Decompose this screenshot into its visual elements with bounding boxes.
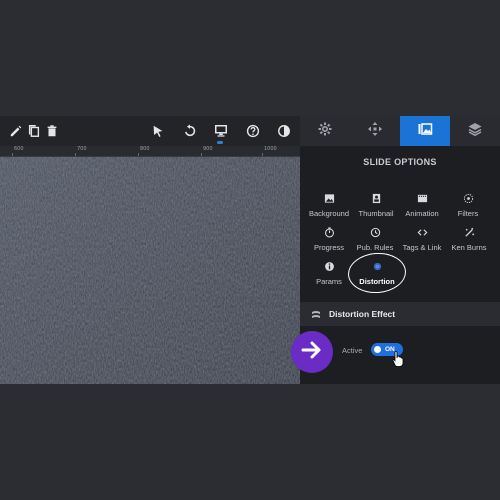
option-label: Thumbnail (358, 209, 394, 218)
option-background[interactable]: Background (303, 191, 355, 225)
move-icon (367, 121, 383, 142)
image-gallery-icon (417, 121, 433, 142)
magic-icon (443, 225, 495, 239)
option-ken-burns[interactable]: Ken Burns (443, 225, 495, 259)
distortion-effect-header[interactable]: Distortion Effect (300, 302, 500, 326)
panel-tabs (300, 116, 500, 146)
ruler-tick (138, 153, 139, 156)
section-title: SLIDE OPTIONS (363, 157, 437, 167)
ruler-label: 900 (203, 146, 213, 152)
option-label: Params (316, 277, 342, 286)
option-tags-link[interactable]: Tags & Link (396, 225, 448, 259)
ruler-tick (12, 153, 13, 156)
portrait-icon (350, 191, 402, 205)
help-icon[interactable] (245, 123, 261, 139)
slide-canvas[interactable] (0, 157, 300, 384)
option-animation[interactable]: Animation (396, 191, 448, 225)
ruler-label: 600 (14, 146, 24, 152)
tab-layers[interactable] (450, 116, 500, 146)
horizontal-ruler: 600 700 800 900 1000 (0, 146, 300, 157)
active-label: Active (342, 346, 363, 355)
hand-cursor-icon (392, 351, 404, 367)
option-label: Tags & Link (402, 243, 442, 252)
arrow-right-icon (300, 338, 324, 367)
ruler-tick (262, 153, 263, 156)
option-label: Ken Burns (451, 243, 487, 252)
filter-icon (442, 191, 494, 205)
option-label: Background (308, 209, 350, 218)
code-icon (396, 225, 448, 239)
ruler-tick (75, 153, 76, 156)
gear-icon (317, 121, 333, 142)
option-filters[interactable]: Filters (442, 191, 494, 225)
pointer-icon[interactable] (150, 123, 166, 139)
copy-icon[interactable] (26, 123, 42, 139)
ruler-label: 800 (140, 146, 150, 152)
tab-slide-options[interactable] (400, 116, 450, 146)
timer-icon (303, 225, 355, 239)
toggle-knob (374, 346, 381, 353)
undo-icon[interactable] (182, 123, 198, 139)
slate-texture-background (0, 157, 300, 384)
tab-general-settings[interactable] (300, 116, 350, 146)
distortion-effect-icon (310, 308, 322, 320)
image-icon (303, 191, 355, 205)
tab-navigation[interactable] (350, 116, 400, 146)
ruler-label: 1000 (264, 146, 277, 152)
option-label: Progress (313, 243, 344, 252)
distortion-effect-title: Distortion Effect (329, 309, 396, 319)
option-label: Pub. Rules (356, 243, 394, 252)
layers-icon (467, 121, 483, 142)
option-progress[interactable]: Progress (303, 225, 355, 259)
ruler-tick (201, 153, 202, 156)
option-thumbnail[interactable]: Thumbnail (350, 191, 402, 225)
active-device-indicator (217, 141, 223, 144)
ruler-label: 700 (77, 146, 87, 152)
film-icon (396, 191, 448, 205)
trash-icon[interactable] (44, 123, 60, 139)
clock-icon (349, 225, 401, 239)
editor-toolbar (0, 116, 300, 146)
contrast-icon[interactable] (276, 123, 292, 139)
desktop-icon[interactable] (213, 123, 229, 139)
pencil-icon[interactable] (8, 123, 24, 139)
arrow-annotation-badge (291, 331, 333, 373)
option-label: Animation (405, 209, 439, 218)
option-label: Filters (457, 209, 479, 218)
